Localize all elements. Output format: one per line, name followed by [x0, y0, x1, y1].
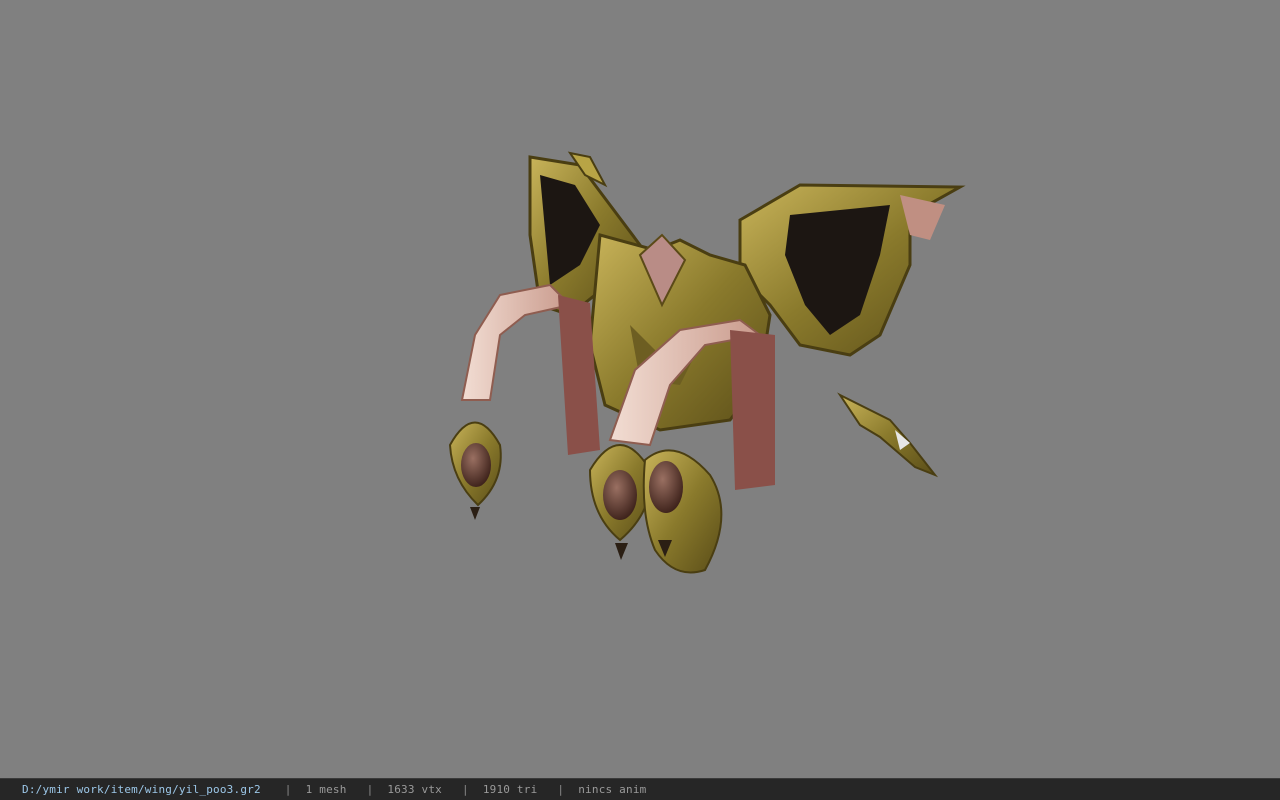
- separator: |: [557, 783, 565, 796]
- vertex-count-label: 1633 vtx: [387, 783, 442, 796]
- separator: |: [284, 783, 292, 796]
- mesh-count-label: 1 mesh: [305, 783, 347, 796]
- animation-status-label: nincs anim: [578, 783, 647, 796]
- status-bar: D:/ymir work/item/wing/yil_poo3.gr2 | 1 …: [0, 778, 1280, 800]
- triangle-count-label: 1910 tri: [482, 783, 538, 796]
- separator: |: [461, 783, 469, 796]
- separator: |: [366, 783, 374, 796]
- wing-model-render: [448, 151, 966, 574]
- file-path-label: D:/ymir work/item/wing/yil_poo3.gr2: [22, 783, 261, 796]
- 3d-viewport[interactable]: [0, 0, 1280, 778]
